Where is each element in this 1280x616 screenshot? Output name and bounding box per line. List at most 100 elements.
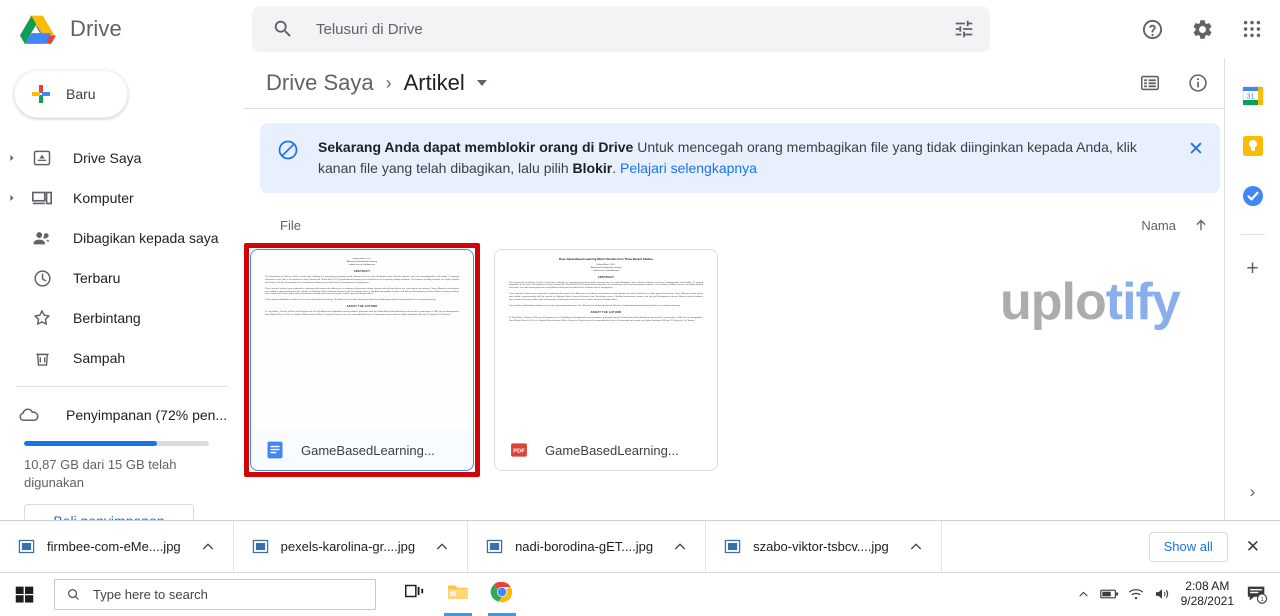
google-calendar-icon[interactable]: 31 [1241, 84, 1265, 108]
download-item[interactable]: pexels-karolina-gr....jpg [234, 520, 469, 573]
breadcrumb-root[interactable]: Drive Saya [266, 70, 374, 96]
sidebar-item-label: Sampah [73, 350, 126, 366]
chevron-up-icon[interactable] [905, 536, 927, 558]
settings-gear-icon[interactable] [1180, 7, 1224, 51]
sidebar-item-label: Terbaru [73, 270, 121, 286]
list-view-icon[interactable] [1130, 63, 1170, 103]
wifi-icon[interactable] [1123, 573, 1149, 616]
download-file-name: pexels-karolina-gr....jpg [280, 539, 416, 554]
show-all-downloads-button[interactable]: Show all [1148, 531, 1228, 562]
doc-heading: ABSTRACT [597, 275, 615, 279]
computer-icon [30, 186, 54, 210]
doc-paragraph: Dr. Ryck Blues, Director of Plans and Pr… [509, 316, 703, 322]
download-item[interactable]: firmbee-com-eMe....jpg [0, 520, 234, 573]
doc-author-heading: ABOUT THE AUTHOR [346, 305, 378, 309]
windows-start-icon[interactable] [0, 573, 48, 616]
doc-paragraph: The Department of Defense (DoD) is faced… [265, 275, 459, 284]
taskbar-clock[interactable]: 2:08 AM 9/28/2021 [1181, 579, 1234, 609]
taskbar-search-box[interactable]: Type here to search [54, 578, 376, 610]
close-download-bar-icon[interactable]: ✕ [1246, 537, 1260, 557]
download-item[interactable]: nadi-borodina-gET....jpg [468, 520, 707, 573]
doc-paragraph: These studies add definitive evidence to… [509, 304, 681, 307]
file-card[interactable]: Does Game-Based Learning Work? Results f… [494, 249, 718, 471]
file-name: GameBasedLearning... [545, 442, 679, 458]
taskbar-search-placeholder: Type here to search [93, 586, 208, 602]
details-info-icon[interactable] [1178, 63, 1218, 103]
close-icon[interactable]: ✕ [1184, 137, 1208, 161]
chevron-up-icon[interactable] [431, 536, 453, 558]
file-explorer-icon[interactable] [436, 573, 480, 616]
sidebar-item-berbintang[interactable]: Berbintang [0, 298, 244, 338]
my-drive-icon [30, 146, 54, 170]
chevron-right-icon[interactable] [0, 153, 24, 163]
banner-learn-more-link[interactable]: Pelajari selengkapnya [620, 160, 757, 176]
doc-byline: roland.rizzi.civ@adlnet.gov [348, 264, 376, 266]
file-card-footer: PDF GameBasedLearning... [495, 430, 717, 470]
doc-paragraph: Dr. Ryck Blues, Director of Plans and Pr… [265, 311, 459, 317]
expand-panel-button[interactable]: › [1250, 482, 1256, 502]
download-item[interactable]: szabo-viktor-tsbcv....jpg [706, 520, 942, 573]
plus-icon [32, 85, 50, 103]
drive-brand[interactable]: Drive [0, 11, 244, 47]
google-apps-grid-icon[interactable] [1230, 7, 1274, 51]
sidebar-item-sampah[interactable]: Sampah [0, 338, 244, 378]
sort-control[interactable]: Nama [1141, 216, 1210, 234]
google-docs-icon [265, 440, 285, 460]
banner-bold-word: Blokir [572, 160, 613, 176]
download-file-name: firmbee-com-eMe....jpg [47, 539, 181, 554]
sidebar-item-terbaru[interactable]: Terbaru [0, 258, 244, 298]
file-section-title: File [280, 217, 301, 233]
sidebar: Baru Drive Saya Komputer Dibagikan kepad… [0, 58, 244, 538]
sort-label: Nama [1141, 217, 1176, 233]
google-keep-icon[interactable] [1241, 134, 1265, 158]
sidebar-item-drive-saya[interactable]: Drive Saya [0, 138, 244, 178]
volume-icon[interactable] [1149, 573, 1175, 616]
side-panel: 31 + › [1224, 58, 1280, 520]
svg-text:31: 31 [1246, 94, 1254, 101]
sidebar-item-dibagikan-kepada-saya[interactable]: Dibagikan kepada saya [0, 218, 244, 258]
chevron-down-icon[interactable] [476, 80, 487, 86]
storage-meter [24, 441, 209, 446]
storage-row[interactable]: Penyimpanan (72% pen... [16, 403, 228, 427]
breadcrumb-current[interactable]: Artikel [404, 70, 465, 96]
image-file-icon [252, 538, 269, 555]
breadcrumb: Drive Saya › Artikel [244, 58, 1236, 108]
help-icon[interactable] [1130, 7, 1174, 51]
add-addon-button[interactable]: + [1246, 257, 1258, 281]
recent-clock-icon [30, 266, 54, 290]
search-bar[interactable] [252, 6, 990, 52]
notification-icon[interactable]: 1 [1242, 573, 1272, 616]
storage-section: Penyimpanan (72% pen... 10,87 GB dari 15… [0, 387, 244, 538]
trash-icon [30, 346, 54, 370]
chevron-up-icon[interactable] [669, 536, 691, 558]
storage-detail: 10,87 GB dari 15 GB telah digunakan [24, 457, 177, 490]
search-input[interactable] [316, 20, 942, 38]
new-button[interactable]: Baru [14, 70, 128, 118]
doc-paragraph: Three research studies were conducted to… [265, 287, 459, 296]
sidebar-nav: Drive Saya Komputer Dibagikan kepada say… [0, 138, 244, 378]
chevron-up-icon[interactable] [197, 536, 219, 558]
clock-time: 2:08 AM [1185, 579, 1230, 593]
sidebar-item-label: Drive Saya [73, 150, 142, 166]
shared-with-me-icon [30, 226, 54, 250]
file-card[interactable]: Roland Rizzi, Ph.D. Advanced Distributed… [250, 249, 474, 471]
drive-logo-icon [18, 11, 58, 47]
doc-paragraph: Three research studies were conducted to… [509, 293, 703, 302]
doc-heading: ABSTRACT [353, 270, 371, 273]
chevron-right-icon[interactable] [0, 193, 24, 203]
file-card-wrapper: Roland Rizzi, Ph.D. Advanced Distributed… [244, 243, 486, 477]
google-tasks-icon[interactable] [1241, 184, 1265, 208]
search-icon [66, 587, 81, 602]
google-chrome-icon[interactable] [480, 573, 524, 616]
block-circle-icon [276, 138, 300, 162]
windows-taskbar: Type here to search 2:08 AM 9/28/2021 1 [0, 572, 1280, 616]
task-view-icon[interactable] [392, 573, 436, 616]
header-divider [244, 108, 1236, 109]
tray-expand-chevron-icon[interactable] [1071, 573, 1097, 616]
header-actions [1130, 0, 1280, 58]
sidebar-item-komputer[interactable]: Komputer [0, 178, 244, 218]
pdf-icon: PDF [509, 440, 529, 460]
battery-icon[interactable] [1097, 573, 1123, 616]
search-filter-button[interactable] [942, 7, 986, 51]
sidebar-item-label: Dibagikan kepada saya [73, 230, 219, 246]
